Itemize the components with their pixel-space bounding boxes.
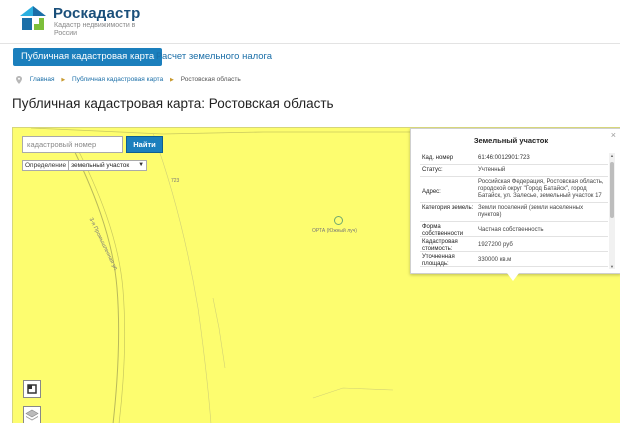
prop-row: Адрес: Российская Федерация, Ростовская … [420,177,608,203]
prop-value: 61:46:0012901:723 [478,155,530,161]
map-pin-icon [16,76,22,84]
layers-icon [25,409,39,421]
parcel-number-label: 723 [171,178,180,184]
cadastral-map[interactable]: Найти Определениеземельный участок▼ 723 … [12,127,620,423]
breadcrumb-separator-icon: ▶ [61,77,66,83]
main-nav: Публичная кадастровая карта Расчет земел… [0,48,620,68]
page-title: Публичная кадастровая карта: Ростовская … [12,96,334,111]
define-mode-value: земельный участок [71,162,130,169]
breadcrumb: Главная ▶ Публичная кадастровая карта ▶ … [16,74,241,86]
prop-row: Категория земель: Земли поселений (земли… [420,203,608,222]
parcel-info-popup: Земельный участок × Кад. номер 61:46:001… [410,128,620,274]
popup-title: Земельный участок [473,136,549,145]
prop-row: Кадастровая стоимость: 1927200 руб [420,237,608,252]
tab-public-cadastral-map[interactable]: Публичная кадастровая карта [13,48,163,66]
scroll-down-icon[interactable]: ▼ [609,264,615,269]
prop-row: Уточненная площадь: 330000 кв.м [420,252,608,267]
prop-key: Кад. номер [422,155,454,161]
define-mode-select[interactable]: земельный участок ▼ [68,161,146,170]
prop-key: Адрес: [422,189,441,195]
rosreestr-logo-icon[interactable] [19,5,47,33]
close-icon[interactable]: × [611,130,616,140]
prop-row: Кад. номер 61:46:0012901:723 [420,153,608,165]
tab-land-tax-calculation[interactable]: Расчет земельного налога [148,48,280,66]
breadcrumb-current: Ростовская область [180,76,241,83]
prop-value: 330000 кв.м [478,257,512,263]
breadcrumb-home[interactable]: Главная [30,74,55,86]
breadcrumb-public-map[interactable]: Публичная кадастровая карта [72,74,163,86]
popup-pointer [507,273,519,281]
popup-scrollbar[interactable]: ▲ ▼ [609,153,615,269]
brand-subtitle: Кадастр недвижимости в России [54,22,136,37]
popup-properties: Кад. номер 61:46:0012901:723 Статус: Учт… [420,153,608,269]
breadcrumb-separator-icon: ▶ [170,77,174,83]
cadastral-number-search-input[interactable] [22,136,123,153]
define-mode-selector[interactable]: Определение земельный участок ▼ [22,160,148,171]
prop-value: Земли поселений (земли населенных пункто… [478,205,584,218]
prop-key: Форма собственности [422,224,464,237]
define-label: Определение [25,162,67,169]
find-button[interactable]: Найти [126,136,163,153]
fullscreen-icon [27,384,37,394]
prop-key: Уточненная площадь: [422,254,455,267]
prop-value: 1927200 руб [478,242,513,248]
prop-value: Российская Федерация, Ростовская область… [478,179,604,199]
prop-row: Форма собственности Частная собственност… [420,222,608,237]
site-header: Роскадастр Кадастр недвижимости в России [0,0,620,44]
prop-value: Частная собственность [478,227,544,233]
prop-value: Учтенный [478,167,506,173]
poi-circle-icon[interactable] [334,216,343,225]
prop-key: Категория земель: [422,205,474,211]
prop-key: Кадастровая стоимость: [422,239,458,252]
brand-name[interactable]: Роскадастр [53,5,141,22]
prop-row: Статус: Учтенный [420,165,608,177]
poi-label: ОРТА (Южный луч) [312,228,357,234]
scroll-up-icon[interactable]: ▲ [609,153,615,158]
prop-key: Статус: [422,167,443,173]
scrollbar-thumb[interactable] [610,162,614,218]
chevron-down-icon: ▼ [138,162,145,168]
layers-button[interactable] [23,406,41,423]
fullscreen-button[interactable] [23,380,41,398]
